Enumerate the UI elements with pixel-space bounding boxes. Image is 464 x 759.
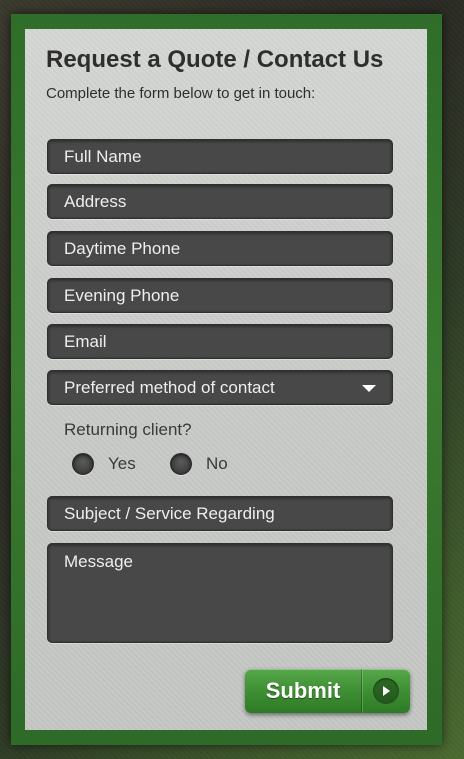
page-subtitle: Complete the form below to get in touch: (46, 85, 316, 102)
evening-phone-field[interactable]: Evening Phone (47, 278, 393, 313)
arrow-right-icon (373, 678, 399, 704)
submit-arrow-area[interactable] (362, 678, 410, 704)
radio-yes-label: Yes (108, 454, 136, 473)
contact-method-label: Preferred method of contact (64, 378, 275, 397)
radio-no-label: No (206, 454, 228, 473)
full-name-field[interactable]: Full Name (47, 139, 393, 174)
radio-yes[interactable] (72, 453, 94, 475)
daytime-phone-field[interactable]: Daytime Phone (47, 231, 393, 266)
returning-client-yes-option[interactable]: Yes (72, 452, 136, 476)
page-title: Request a Quote / Contact Us (46, 46, 384, 73)
email-field[interactable]: Email (47, 324, 393, 359)
contact-method-select[interactable]: Preferred method of contact (47, 370, 393, 405)
submit-label: Submit (265, 678, 341, 703)
returning-client-label: Returning client? (64, 420, 192, 439)
address-field[interactable]: Address (47, 184, 393, 219)
chevron-down-icon (362, 385, 376, 392)
submit-button[interactable]: Submit (245, 669, 410, 713)
radio-no[interactable] (170, 453, 192, 475)
subject-field[interactable]: Subject / Service Regarding (47, 496, 393, 531)
returning-client-no-option[interactable]: No (170, 452, 228, 476)
message-textarea[interactable]: Message (47, 543, 393, 643)
